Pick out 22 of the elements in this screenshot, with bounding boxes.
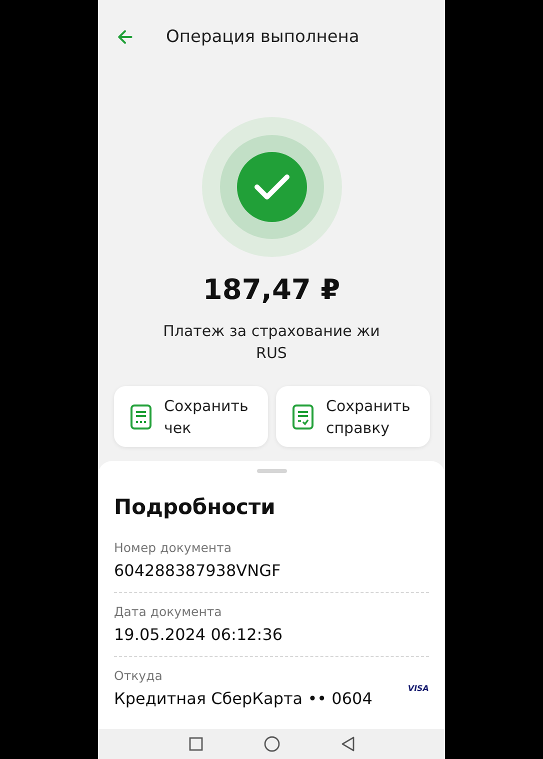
sheet-handle[interactable]: [256, 469, 286, 473]
document-icon: [130, 404, 152, 430]
back-icon[interactable]: [340, 736, 354, 752]
payment-description: RUS: [256, 343, 287, 364]
back-arrow-icon[interactable]: [116, 28, 134, 46]
screen-title: Операция выполнена: [166, 26, 360, 46]
success-check-icon: [202, 117, 342, 257]
save-button[interactable]: Сохранить справку: [276, 386, 430, 447]
field-value: 19.05.2024 06:12:36: [114, 625, 284, 644]
field-label: Откуда: [114, 668, 164, 683]
home-icon[interactable]: [264, 736, 280, 752]
recents-icon[interactable]: [188, 737, 202, 751]
field-value: Кредитная СберКарта •• 0604: [114, 689, 374, 708]
document-icon: [292, 404, 314, 430]
details-title: Подробности: [114, 495, 276, 519]
payment-description: Платеж за страхование жи: [163, 321, 380, 342]
field-label: Номер документа: [114, 540, 233, 555]
save-button[interactable]: Сохранить чек: [114, 386, 268, 447]
field-label: Дата документа: [114, 604, 223, 619]
card-brand-logo: VISA: [408, 684, 429, 692]
amount: 187,47 ₽: [202, 273, 340, 306]
field-value: 604288387938VNGF: [114, 561, 282, 580]
